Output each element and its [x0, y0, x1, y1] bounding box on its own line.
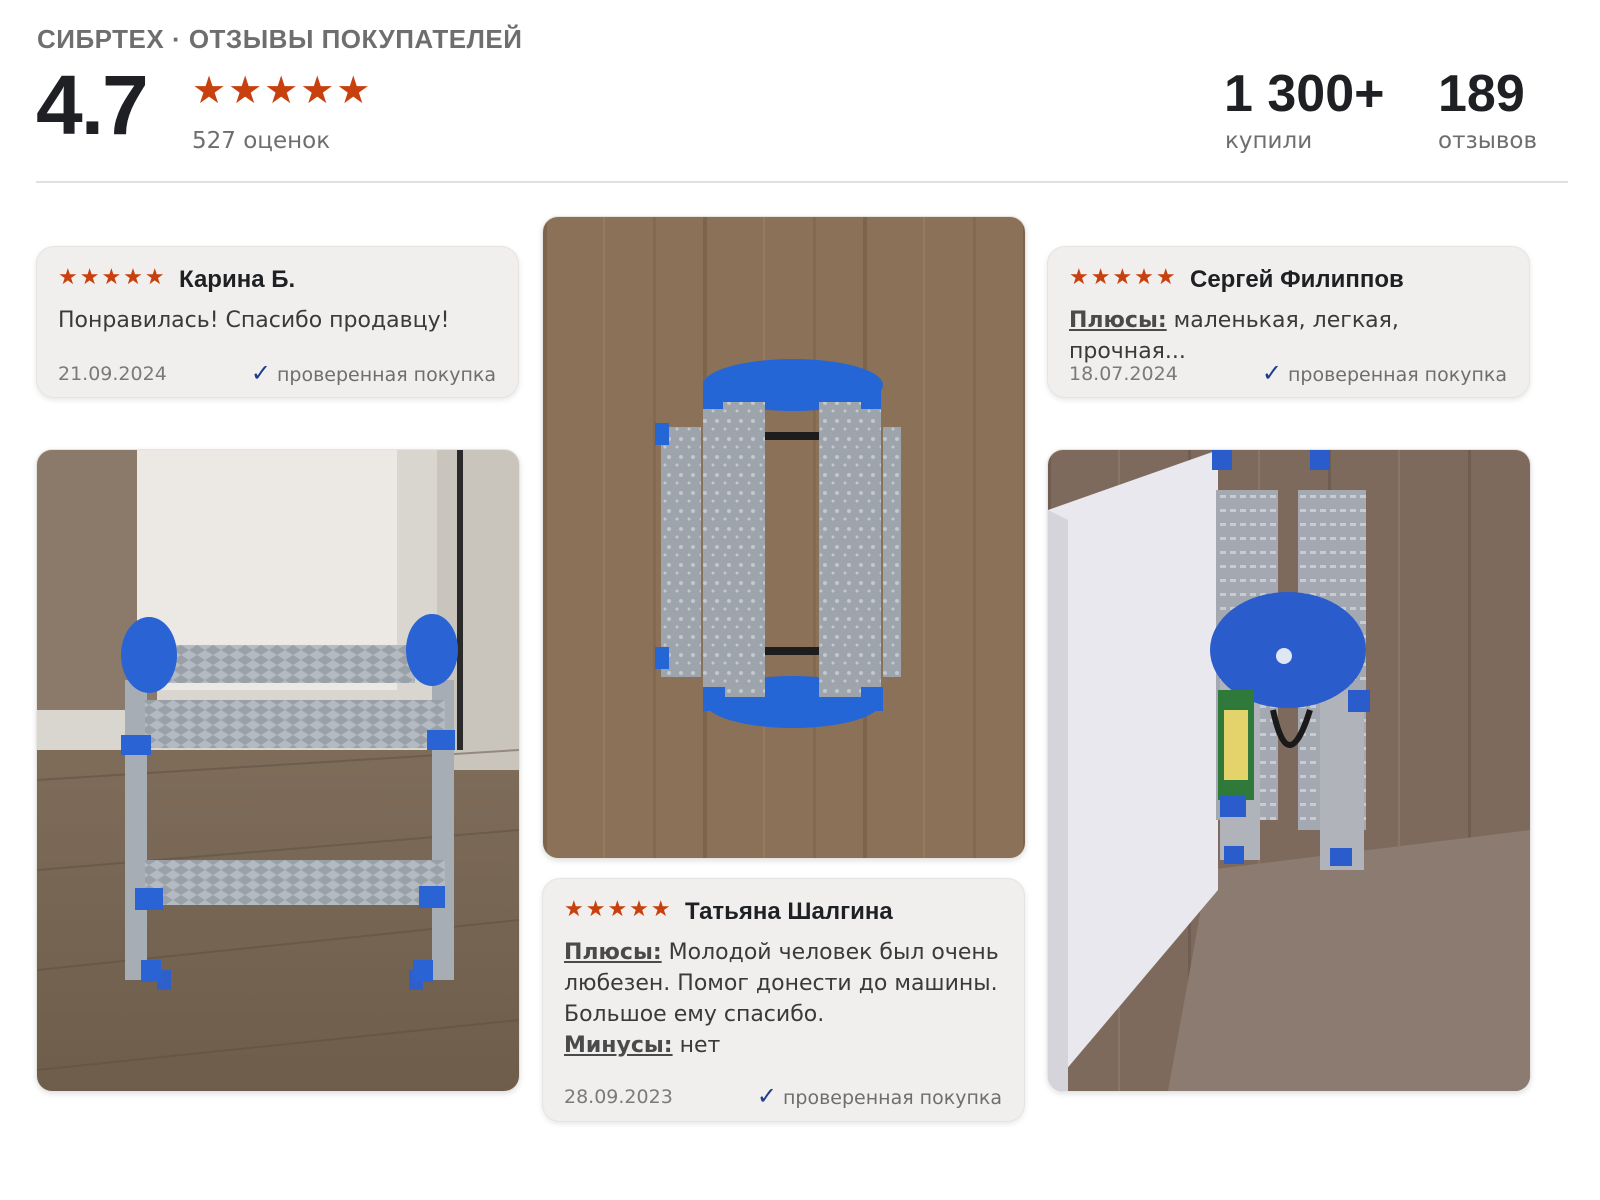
review-stars: ★★★★★ — [58, 265, 167, 290]
pros-label: Плюсы: — [564, 940, 662, 965]
purchases-label: купили — [1225, 128, 1313, 154]
verified-label: проверенная покупка — [782, 1087, 1002, 1109]
verified-purchase: ✓ проверенная покупка — [1262, 359, 1507, 387]
reviewer-name: Карина Б. — [179, 266, 296, 293]
header-divider — [36, 181, 1568, 183]
check-icon: ✓ — [756, 1082, 777, 1110]
verified-purchase: ✓ проверенная покупка — [251, 359, 496, 387]
review-card[interactable]: ★★★★★ Сергей Филиппов Плюсы: маленькая, … — [1047, 246, 1530, 398]
review-stars: ★★★★★ — [1069, 265, 1178, 290]
review-date: 28.09.2023 — [564, 1086, 673, 1108]
review-text: Плюсы: Молодой человек был очень любезен… — [564, 937, 1006, 1061]
cons-label: Минусы: — [564, 1033, 673, 1058]
reviews-count: 189 — [1438, 65, 1525, 123]
review-stars: ★★★★★ — [564, 897, 673, 922]
review-photo[interactable] — [1047, 449, 1531, 1092]
rating-stars: ★★★★★ — [192, 68, 373, 112]
review-photo[interactable] — [542, 216, 1026, 859]
reviewer-name: Татьяна Шалгина — [685, 898, 893, 925]
purchases-count: 1 300+ — [1224, 65, 1385, 123]
check-icon: ✓ — [1261, 359, 1282, 387]
verified-purchase: ✓ проверенная покупка — [757, 1082, 1002, 1110]
review-photo[interactable] — [36, 449, 520, 1092]
review-text: Плюсы: маленькая, легкая, прочная... — [1069, 305, 1511, 367]
review-text: Понравилась! Спасибо продавцу! — [58, 308, 450, 333]
review-card[interactable]: ★★★★★ Татьяна Шалгина Плюсы: Молодой чел… — [542, 878, 1025, 1122]
rating-count: 527 оценок — [192, 128, 331, 154]
pros-label: Плюсы: — [1069, 308, 1167, 333]
review-date: 21.09.2024 — [58, 363, 167, 385]
check-icon: ✓ — [250, 359, 271, 387]
average-rating: 4.7 — [36, 58, 149, 152]
reviewer-name: Сергей Филиппов — [1190, 266, 1404, 293]
review-card[interactable]: ★★★★★ Карина Б. Понравилась! Спасибо про… — [36, 246, 519, 398]
page-title: СИБРТЕХ · ОТЗЫВЫ ПОКУПАТЕЛЕЙ — [37, 24, 523, 54]
review-date: 18.07.2024 — [1069, 363, 1178, 385]
cons-text: нет — [672, 1033, 721, 1058]
reviews-label: отзывов — [1438, 128, 1538, 154]
verified-label: проверенная покупка — [276, 364, 496, 386]
verified-label: проверенная покупка — [1287, 364, 1507, 386]
